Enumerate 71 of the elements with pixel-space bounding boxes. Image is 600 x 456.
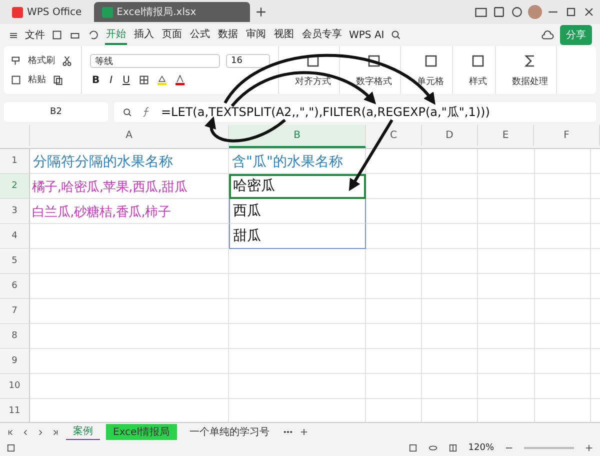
row-header[interactable]: 6 — [0, 274, 30, 299]
ribbon-group-button[interactable]: 对齐方式 — [295, 74, 331, 88]
undo-icon[interactable] — [87, 29, 99, 41]
font-color-icon[interactable] — [174, 74, 186, 86]
header-cell[interactable]: 含"瓜"的水果名称 — [229, 149, 366, 174]
menu-tab[interactable]: 公式 — [189, 25, 211, 45]
scissors-icon[interactable] — [61, 54, 73, 66]
menu-tab[interactable]: 会员专享 — [301, 25, 343, 45]
source-cell[interactable]: 白兰瓜,砂糖桔,香瓜,柿子 — [30, 199, 229, 224]
font-field[interactable]: 等线 — [90, 54, 220, 68]
ai-menu[interactable]: WPS AI — [349, 30, 384, 40]
font-size-field[interactable]: 16 — [226, 54, 270, 68]
maximize-icon[interactable] — [564, 5, 578, 19]
new-tab-icon[interactable] — [254, 5, 268, 19]
zoom-icon[interactable] — [122, 106, 133, 118]
result-cell[interactable]: 甜瓜 — [229, 224, 366, 249]
row-header[interactable]: 9 — [0, 349, 30, 374]
search-icon[interactable] — [390, 29, 402, 41]
wps-logo-icon — [12, 6, 23, 18]
column-header[interactable]: D — [422, 125, 478, 146]
menu-tab[interactable]: 插入 — [133, 25, 155, 45]
format-button[interactable]: I — [108, 74, 115, 86]
result-cell[interactable]: 西瓜 — [229, 199, 366, 224]
row-header[interactable]: 7 — [0, 299, 30, 324]
name-box[interactable]: B2 — [4, 102, 108, 122]
column-header[interactable]: B — [229, 125, 366, 148]
ribbon-group-button[interactable]: 数据处理 — [512, 74, 548, 88]
page-view-icon[interactable] — [448, 443, 458, 453]
brush-icon[interactable] — [10, 54, 22, 66]
row-header[interactable]: 1 — [0, 149, 30, 174]
ribbon-group-button[interactable]: 样式 — [469, 74, 487, 88]
window-tab[interactable]: WPS Office — [4, 2, 90, 22]
file-menu[interactable]: 文件 — [25, 28, 45, 42]
ribbon-group-button[interactable]: 单元格 — [417, 74, 444, 88]
row-header[interactable]: 10 — [0, 374, 30, 399]
row-header[interactable]: 4 — [0, 224, 30, 249]
window-tab[interactable]: Excel情报局.xlsx — [94, 2, 250, 22]
source-cell[interactable]: 橘子,哈密瓜,苹果,西瓜,甜瓜 — [30, 174, 229, 199]
format-button[interactable]: B — [90, 74, 102, 86]
ribbon-group-button[interactable]: 数字格式 — [356, 74, 392, 88]
first-sheet-icon[interactable] — [6, 428, 15, 436]
copy-icon[interactable] — [52, 74, 64, 86]
row-header[interactable]: 11 — [0, 399, 30, 424]
header-cell[interactable]: 分隔符分隔的水果名称 — [30, 149, 229, 174]
spreadsheet-icon — [102, 6, 113, 18]
cloud-icon[interactable] — [541, 28, 554, 42]
menu-tab[interactable]: 视图 — [273, 25, 295, 45]
row-header[interactable]: 8 — [0, 324, 30, 349]
fill-color-icon[interactable] — [156, 74, 168, 86]
formula-field[interactable]: =LET(a,TEXTSPLIT(A2,,","),FILTER(a,REGEXP(a,"瓜",1))) — [114, 102, 596, 122]
row-header[interactable]: 5 — [0, 249, 30, 274]
format-painter-button[interactable]: 格式刷 — [28, 54, 55, 67]
result-cell[interactable]: 哈密瓜 — [229, 174, 366, 199]
column-header[interactable]: E — [478, 125, 534, 146]
menu-tab[interactable]: 数据 — [217, 25, 239, 45]
add-sheet-icon[interactable] — [298, 427, 308, 437]
column-header[interactable]: C — [366, 125, 422, 146]
paste-button[interactable]: 粘贴 — [28, 73, 46, 86]
menu-tab[interactable]: 页面 — [161, 25, 183, 45]
row-header[interactable]: 2 — [0, 174, 30, 199]
borders-icon[interactable] — [138, 74, 150, 86]
sheet-tab[interactable]: 一个单纯的学习号 — [182, 424, 276, 440]
row-header[interactable]: 3 — [0, 199, 30, 224]
sheet-tab[interactable]: Excel情报局 — [106, 424, 176, 440]
zoom-in-icon[interactable] — [584, 443, 594, 453]
column-header[interactable]: F — [534, 125, 600, 146]
menu-tab[interactable]: 审阅 — [245, 25, 267, 45]
last-sheet-icon[interactable] — [51, 428, 60, 436]
format-button[interactable]: U — [120, 74, 132, 86]
window-icon[interactable] — [492, 5, 506, 19]
zoom-level[interactable]: 120% — [468, 443, 494, 453]
